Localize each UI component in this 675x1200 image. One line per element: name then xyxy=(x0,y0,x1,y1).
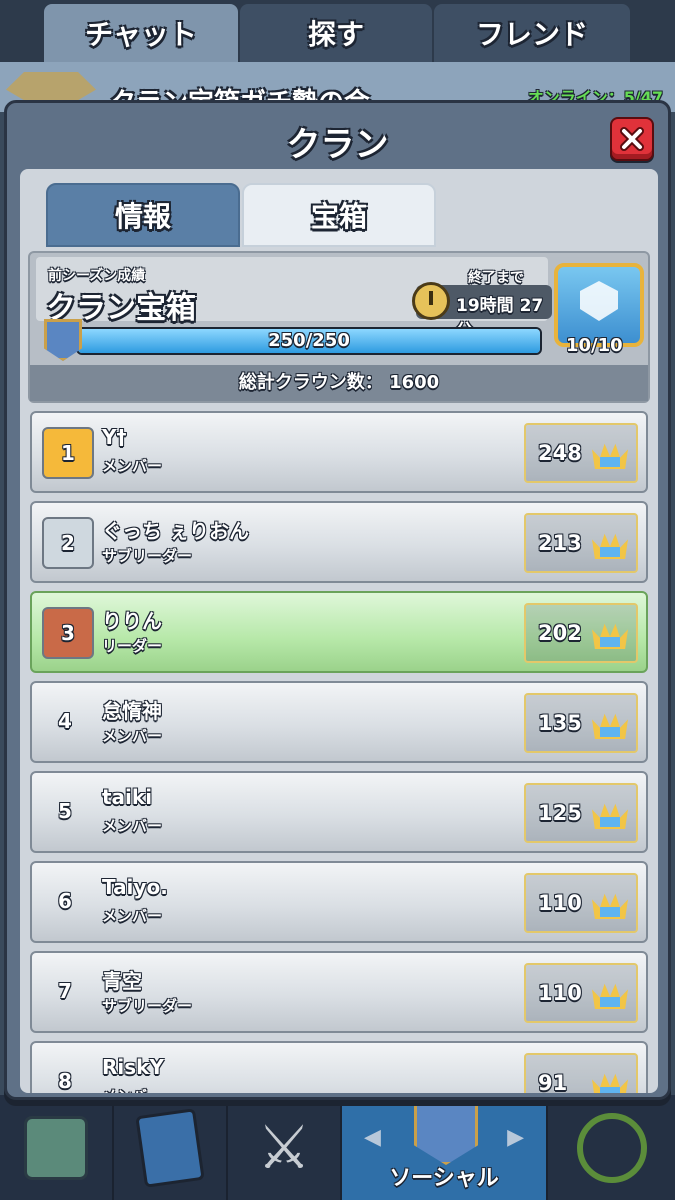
progress-text: 250/250 xyxy=(268,330,350,351)
member-name: RiskY xyxy=(102,1055,164,1079)
nav-tournament[interactable] xyxy=(548,1095,675,1200)
prev-season-label: 前シーズン成績 xyxy=(48,268,146,284)
nav-shop[interactable] xyxy=(0,1095,114,1200)
member-row[interactable]: 7 青空 サブリーダー 110 xyxy=(30,951,648,1033)
chest-info-box: 前シーズン成績 クラン宝箱 終了まで 19時間 27分 xyxy=(36,257,552,341)
member-row[interactable]: 4 怠惰神 メンバー 135 xyxy=(30,681,648,763)
member-role: メンバー xyxy=(102,907,163,925)
member-role: サブリーダー xyxy=(102,547,193,565)
member-name: ぐっち ぇりおん xyxy=(102,519,249,543)
member-name: 青空 xyxy=(102,969,142,993)
clan-chest-panel: 前シーズン成績 クラン宝箱 終了まで 19時間 27分 10/10 250/25… xyxy=(28,251,650,403)
rank-number: 6 xyxy=(58,889,72,913)
total-crowns: 総計クラウン数： 1600 xyxy=(30,365,648,401)
laurel-icon xyxy=(576,1112,647,1183)
crown-icon xyxy=(592,1073,628,1093)
member-role: サブリーダー xyxy=(102,997,193,1015)
close-button[interactable] xyxy=(610,117,654,161)
rank-number: 5 xyxy=(58,799,72,823)
crown-score-box: 213 xyxy=(524,513,638,573)
rank-badge: 2 xyxy=(42,517,94,569)
crown-score-box: 135 xyxy=(524,693,638,753)
chest-shop-icon xyxy=(24,1115,88,1180)
nav-battle[interactable]: ⚔ xyxy=(228,1095,342,1200)
tab-chat[interactable]: チャット xyxy=(44,4,238,62)
crown-score: 91 xyxy=(538,1071,568,1093)
nav-social[interactable]: ◀ ▶ ソーシャル xyxy=(342,1095,548,1200)
member-role: メンバー xyxy=(102,727,163,745)
crown-score-box: 91 xyxy=(524,1053,638,1093)
timer-icon xyxy=(412,282,450,320)
member-row[interactable]: 3 りりん リーダー 202 xyxy=(30,591,648,673)
crown-score: 202 xyxy=(538,621,582,645)
member-row[interactable]: 5 taiki メンバー 125 xyxy=(30,771,648,853)
crown-score-box: 110 xyxy=(524,963,638,1023)
crown-icon xyxy=(592,533,628,559)
crown-score: 110 xyxy=(538,981,582,1005)
member-name: Taiyo. xyxy=(102,875,168,899)
cards-icon xyxy=(135,1107,205,1188)
tab-info[interactable]: 情報 xyxy=(46,183,240,247)
member-name: Y† xyxy=(102,425,127,449)
member-name: りりん xyxy=(102,609,162,633)
rank-badge: 1 xyxy=(42,427,94,479)
rank-number: 7 xyxy=(58,979,72,1003)
member-role: メンバー xyxy=(102,817,163,835)
close-icon xyxy=(620,127,644,151)
crown-score-box: 202 xyxy=(524,603,638,663)
timer-box: 19時間 27分 xyxy=(412,282,552,341)
modal-title: クラン xyxy=(286,125,389,165)
rank-number: 8 xyxy=(58,1069,72,1093)
social-shield-icon xyxy=(414,1099,478,1165)
member-row[interactable]: 1 Y† メンバー 248 xyxy=(30,411,648,493)
chevron-left-icon: ◀ xyxy=(364,1125,381,1150)
rank-badge: 3 xyxy=(42,607,94,659)
member-row[interactable]: 2 ぐっち ぇりおん サブリーダー 213 xyxy=(30,501,648,583)
member-role: メンバー xyxy=(102,457,163,475)
crown-icon xyxy=(592,443,628,469)
chevron-right-icon: ▶ xyxy=(507,1125,524,1150)
tab-chest[interactable]: 宝箱 xyxy=(242,183,436,247)
crown-icon xyxy=(592,713,628,739)
crown-score: 248 xyxy=(538,441,582,465)
member-name: taiki xyxy=(102,785,153,809)
clan-modal: クラン 情報 宝箱 前シーズン成績 クラン宝箱 終了まで 19時間 27分 10… xyxy=(4,100,671,1100)
bottom-nav: ⚔ ◀ ▶ ソーシャル xyxy=(0,1095,675,1200)
crown-score: 213 xyxy=(538,531,582,555)
member-role: メンバー xyxy=(102,1085,162,1093)
crown-score-box: 125 xyxy=(524,783,638,843)
crossed-swords-icon: ⚔ xyxy=(257,1112,311,1183)
member-name: 怠惰神 xyxy=(102,699,162,723)
rank-number: 4 xyxy=(58,709,72,733)
chest-level: 10/10 xyxy=(566,335,623,356)
member-row[interactable]: 6 Taiyo. メンバー 110 xyxy=(30,861,648,943)
crown-score-box: 110 xyxy=(524,873,638,933)
member-row[interactable]: 8 RiskY メンバー 91 xyxy=(30,1041,648,1093)
top-tab-bar: チャット 探す フレンド xyxy=(0,0,675,62)
crown-icon xyxy=(592,803,628,829)
nav-social-label: ソーシャル xyxy=(389,1166,499,1191)
tab-friends[interactable]: フレンド xyxy=(434,4,630,62)
tab-search[interactable]: 探す xyxy=(240,4,432,62)
until-label: 終了まで xyxy=(468,270,524,286)
crown-score: 135 xyxy=(538,711,582,735)
crown-icon xyxy=(592,983,628,1009)
crown-score: 110 xyxy=(538,891,582,915)
member-role: リーダー xyxy=(102,637,163,655)
modal-content: 情報 宝箱 前シーズン成績 クラン宝箱 終了まで 19時間 27分 10/10 … xyxy=(20,169,658,1093)
crown-icon xyxy=(592,893,628,919)
nav-cards[interactable] xyxy=(114,1095,228,1200)
crown-score: 125 xyxy=(538,801,582,825)
crown-icon xyxy=(592,623,628,649)
crown-score-box: 248 xyxy=(524,423,638,483)
